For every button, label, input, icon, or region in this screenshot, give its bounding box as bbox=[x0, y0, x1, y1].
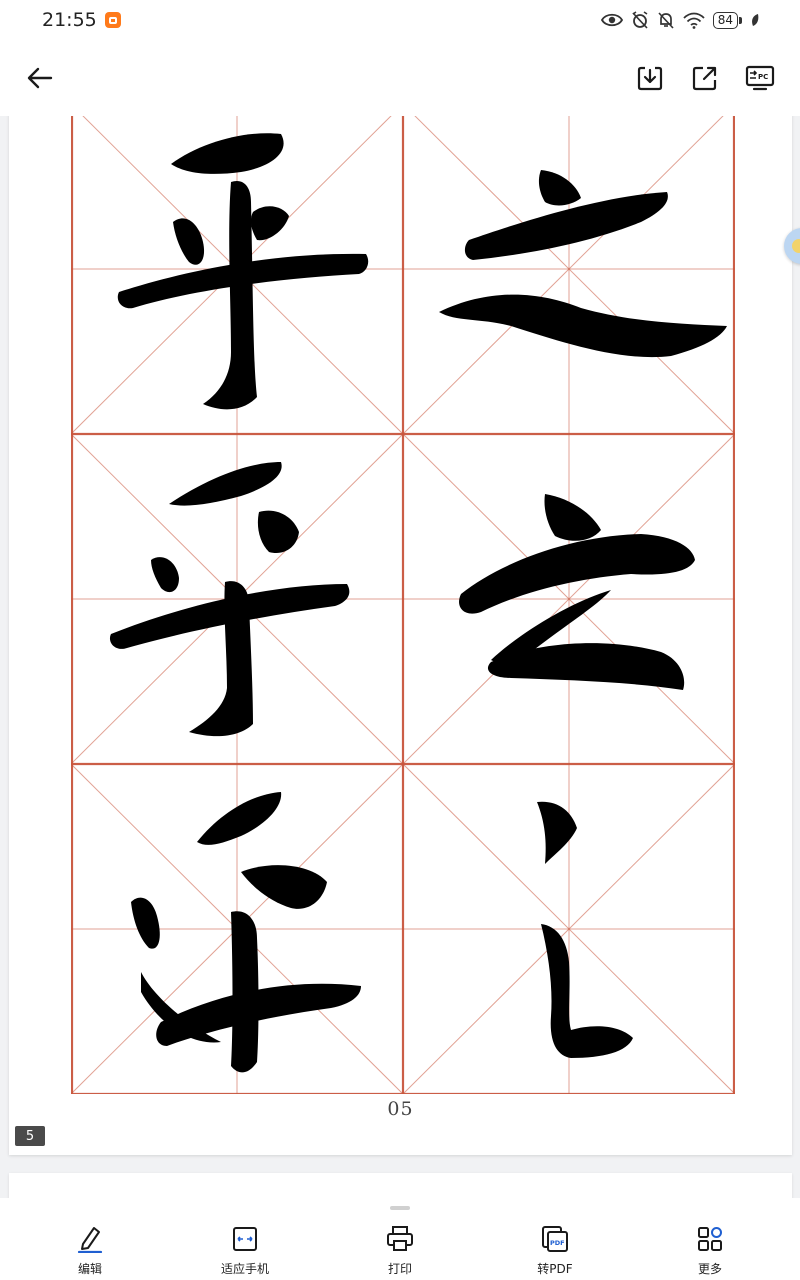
document-page: 05 5 bbox=[9, 116, 792, 1155]
pdf-convert-icon: PDF bbox=[542, 1226, 568, 1252]
back-button[interactable] bbox=[24, 62, 56, 94]
calligraphy-char-hu-3 bbox=[131, 792, 361, 1073]
page-index-badge: 5 bbox=[15, 1126, 45, 1146]
fit-phone-button[interactable]: 适应手机 bbox=[185, 1224, 305, 1277]
fit-phone-label: 适应手机 bbox=[220, 1262, 269, 1276]
calligraphy-char-zhi bbox=[439, 170, 727, 358]
share-external-icon bbox=[692, 66, 717, 91]
back-arrow-icon bbox=[27, 67, 53, 89]
app-bar: PC bbox=[0, 40, 800, 116]
battery-icon: 84 bbox=[712, 11, 742, 29]
wifi-icon bbox=[683, 12, 705, 29]
edit-pencil-icon bbox=[77, 1227, 103, 1253]
calligraphy-char-ping bbox=[117, 133, 369, 410]
app-notification-icon bbox=[104, 12, 121, 28]
fit-phone-icon bbox=[233, 1227, 257, 1251]
more-label: 更多 bbox=[697, 1262, 722, 1276]
printer-icon bbox=[387, 1226, 413, 1251]
send-to-pc-icon: PC bbox=[745, 65, 775, 91]
next-document-page bbox=[9, 1173, 792, 1198]
more-grid-icon bbox=[698, 1227, 722, 1251]
document-viewport[interactable]: 05 5 bbox=[0, 116, 800, 1198]
share-button[interactable] bbox=[689, 62, 721, 94]
status-time: 21:55 bbox=[42, 9, 97, 31]
edit-label: 编辑 bbox=[77, 1262, 102, 1276]
status-bar: 21:55 84 bbox=[0, 0, 800, 40]
bell-muted-icon bbox=[658, 12, 674, 29]
calligraphy-grid bbox=[71, 116, 735, 1094]
grid-lines bbox=[71, 116, 735, 1094]
print-button[interactable]: 打印 bbox=[340, 1224, 460, 1277]
eye-icon bbox=[600, 13, 623, 27]
bottom-toolbar: 编辑 适应手机 打印 PDF 转PDF 更多 bbox=[0, 1198, 800, 1280]
download-button[interactable] bbox=[634, 62, 666, 94]
drag-handle[interactable] bbox=[390, 1206, 410, 1210]
calligraphy-char-zhi-3 bbox=[537, 801, 633, 1058]
alarm-off-icon bbox=[632, 11, 648, 29]
assistant-icon bbox=[792, 239, 800, 253]
convert-pdf-button[interactable]: PDF 转PDF bbox=[495, 1224, 615, 1277]
page-number: 05 bbox=[387, 1098, 414, 1120]
send-to-pc-button[interactable]: PC bbox=[744, 62, 776, 94]
download-icon bbox=[637, 66, 663, 91]
print-label: 打印 bbox=[387, 1262, 412, 1276]
pdf-badge: PDF bbox=[550, 1239, 565, 1247]
calligraphy-char-zhi-2 bbox=[459, 494, 695, 690]
edit-button[interactable]: 编辑 bbox=[30, 1224, 150, 1277]
pc-label: PC bbox=[758, 73, 768, 81]
battery-level: 84 bbox=[712, 11, 738, 29]
leaf-icon bbox=[752, 14, 759, 26]
convert-pdf-label: 转PDF bbox=[537, 1262, 573, 1276]
more-button[interactable]: 更多 bbox=[650, 1224, 770, 1277]
